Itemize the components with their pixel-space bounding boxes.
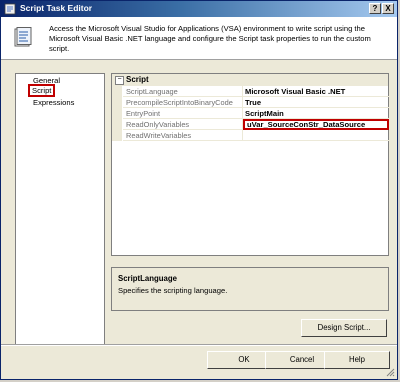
description-text: Specifies the scripting language. [118,286,228,295]
property-value[interactable]: ScriptMain [243,108,389,119]
header-description: Access the Microsoft Visual Studio for A… [49,24,371,53]
property-row[interactable]: PrecompileScriptIntoBinaryCode True [112,97,389,108]
category-row[interactable]: − Script [112,74,388,86]
page-navigation: General Script Expressions [15,73,105,345]
window-title: Script Task Editor [20,3,93,13]
row-gutter [112,97,122,108]
nav-item-script[interactable]: Script [28,84,56,97]
nav-item-expressions[interactable]: Expressions [33,98,74,107]
help-button[interactable]: Help [324,351,390,369]
title-bar[interactable]: Script Task Editor ? X [1,1,397,17]
category-label: Script [126,75,149,84]
close-title-button[interactable]: X [382,3,394,14]
nav-item-script-label: Script [28,84,56,97]
row-gutter [112,108,122,119]
design-script-button[interactable]: Design Script... [301,319,387,337]
property-row[interactable]: ScriptLanguage Microsoft Visual Basic .N… [112,86,389,97]
property-description-panel: ScriptLanguage Specifies the scripting l… [111,267,389,311]
collapse-icon[interactable]: − [115,76,124,85]
property-name: ScriptLanguage [123,86,243,97]
header-panel: Access the Microsoft Visual Studio for A… [1,17,397,60]
property-value[interactable]: True [243,97,389,108]
separator-highlight [1,345,397,346]
property-name: ReadOnlyVariables [123,119,243,130]
row-gutter [112,86,122,97]
script-task-editor-window: Script Task Editor ? X Access the Micros… [0,0,398,380]
resize-grip-icon[interactable] [385,367,395,377]
help-title-button[interactable]: ? [369,3,381,14]
property-name: EntryPoint [123,108,243,119]
property-value[interactable]: Microsoft Visual Basic .NET [243,86,389,97]
script-document-icon [14,27,32,47]
property-name: PrecompileScriptIntoBinaryCode [123,97,243,108]
property-grid: − Script ScriptLanguage Microsoft Visual… [111,73,389,256]
property-row[interactable]: ReadWriteVariables [112,130,389,141]
description-title: ScriptLanguage [118,274,177,283]
property-row[interactable]: ReadOnlyVariables uVar_SourceConStr_Data… [112,119,389,130]
row-gutter [112,119,122,130]
readonly-variables-value[interactable]: uVar_SourceConStr_DataSource [243,119,389,130]
property-name: ReadWriteVariables [123,130,243,141]
property-value[interactable] [243,130,389,141]
property-row[interactable]: EntryPoint ScriptMain [112,108,389,119]
row-gutter [112,130,122,141]
script-task-icon [4,3,16,15]
